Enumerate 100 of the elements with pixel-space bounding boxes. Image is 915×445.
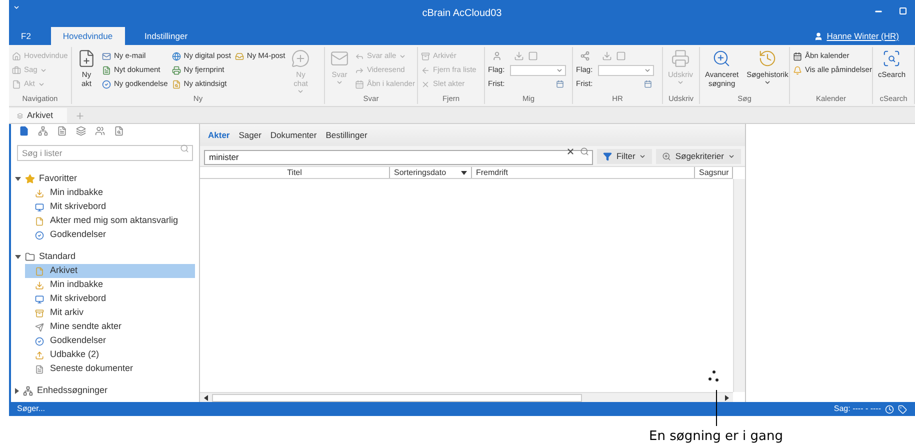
ribbon-icon	[77, 49, 96, 68]
tag-icon[interactable]	[898, 404, 907, 414]
collapse-arrow-icon[interactable]	[15, 177, 21, 181]
tree-section[interactable]: Enhedssøgninger	[37, 384, 108, 398]
column-header[interactable]: Fremdrift	[472, 167, 695, 178]
document-icon[interactable]	[19, 126, 29, 136]
ribbon-icon	[12, 80, 21, 88]
result-tab[interactable]: Akter	[208, 128, 230, 142]
result-tab[interactable]: Sager	[238, 128, 262, 142]
document-tab[interactable]: Arkivet	[9, 108, 67, 123]
vertical-scrollbar[interactable]	[733, 179, 745, 392]
clock-icon[interactable]	[885, 404, 894, 414]
window-title: cBrain AcCloud03	[422, 7, 502, 21]
tree-item[interactable]: Godkendelser	[25, 334, 195, 348]
ribbon-icon	[421, 66, 430, 74]
tree-item[interactable]: Mit arkiv	[25, 306, 195, 320]
ribbon-icon	[793, 66, 802, 74]
ribbon-icon	[671, 49, 690, 68]
square-icon[interactable]	[528, 51, 538, 61]
tree-item[interactable]: Mit skrivebord	[25, 200, 195, 214]
search-icon[interactable]	[580, 147, 590, 156]
leader-line	[716, 390, 717, 426]
ribbon-icon	[172, 52, 181, 60]
collapse-arrow-icon[interactable]	[15, 255, 21, 259]
ribbon-icon	[355, 80, 364, 88]
item-icon	[35, 266, 44, 276]
ribbon-icon	[102, 66, 111, 74]
calendar-icon[interactable]	[644, 80, 652, 88]
section-icon	[25, 252, 35, 262]
item-icon	[35, 364, 44, 374]
ribbon-tab[interactable]: Hovedvindue	[50, 27, 125, 45]
search-field[interactable]: minister	[204, 150, 594, 164]
item-icon	[35, 294, 44, 304]
ribbon-icon	[172, 66, 181, 74]
item-icon	[35, 188, 44, 198]
ribbon-icon	[172, 80, 181, 88]
expand-arrow-icon[interactable]	[15, 388, 19, 394]
calendar-icon[interactable]	[556, 80, 564, 88]
item-icon	[35, 230, 44, 240]
clear-icon[interactable]	[566, 147, 576, 156]
caret-icon	[644, 66, 651, 74]
caret-icon	[677, 79, 684, 86]
section-icon	[25, 174, 35, 184]
caret-icon	[728, 152, 735, 160]
ribbon-icon	[234, 52, 244, 60]
column-header[interactable]: Sorteringsdato	[390, 167, 472, 178]
tree-item[interactable]: Godkendelser	[25, 228, 195, 242]
tree-item[interactable]: Mine sendte akter	[25, 320, 195, 334]
quick-access-icon[interactable]	[13, 4, 20, 11]
ribbon-tab[interactable]: Indstillinger	[132, 27, 200, 45]
caret-icon	[764, 79, 771, 86]
list-icon[interactable]	[57, 126, 67, 136]
tree-item[interactable]: Seneste dokumenter	[25, 362, 195, 376]
filter-icon	[603, 152, 612, 160]
tree-section[interactable]: Favoritter	[39, 172, 78, 186]
ribbon-icon	[421, 80, 430, 88]
result-tab[interactable]: Dokumenter	[270, 128, 317, 142]
filter-button[interactable]: Filter	[597, 148, 652, 164]
tree-item[interactable]: Min indbakke	[25, 278, 195, 292]
file-icon[interactable]	[114, 126, 124, 136]
column-header[interactable]: Sagsnur	[695, 167, 733, 178]
maximize-icon[interactable]	[899, 7, 907, 15]
download-icon[interactable]	[602, 51, 612, 61]
tree-section[interactable]: Standard	[39, 250, 76, 264]
people-icon[interactable]	[95, 126, 105, 136]
tab-icon	[17, 112, 23, 118]
item-icon	[35, 216, 44, 226]
ribbon-icon	[793, 52, 802, 60]
column-header[interactable]: Titel	[200, 167, 390, 178]
caret-icon	[297, 88, 304, 95]
ribbon-icon	[712, 49, 732, 68]
ribbon-icon	[882, 49, 902, 68]
item-icon	[35, 350, 44, 360]
search-plus-icon	[662, 152, 672, 160]
horizontal-scrollbar[interactable]	[200, 392, 733, 402]
case-status: Sag: ---- - ----	[834, 403, 881, 415]
user-link[interactable]: Hanne Winter (HR)	[814, 27, 899, 45]
caret-icon	[556, 66, 563, 74]
ribbon-icon	[758, 49, 777, 68]
result-tab[interactable]: Bestillinger	[326, 128, 368, 142]
download-icon[interactable]	[514, 51, 524, 61]
ribbon-icon	[421, 52, 430, 60]
tree-item[interactable]: Udbakke (2)	[25, 348, 195, 362]
network-icon[interactable]	[38, 126, 48, 136]
tree-item[interactable]: Akter med mig som aktansvarlig	[25, 214, 195, 228]
stack-icon[interactable]	[76, 126, 86, 136]
search-icon	[180, 144, 189, 152]
square-icon[interactable]	[616, 51, 626, 61]
ribbon-icon	[102, 52, 111, 60]
section-icon	[23, 386, 33, 396]
caret-icon	[639, 152, 646, 160]
ribbon-icon	[12, 52, 21, 60]
ribbon-tab[interactable]: F2	[9, 27, 43, 45]
callout-text: En søgning er i gang	[648, 428, 784, 445]
item-icon	[35, 202, 44, 212]
list-search-field[interactable]: Søg i lister	[17, 145, 193, 161]
tree-item[interactable]: Arkivet	[25, 264, 195, 278]
tree-item[interactable]: Mit skrivebord	[25, 292, 195, 306]
tree-item[interactable]: Min indbakke	[25, 186, 195, 200]
criteria-button[interactable]: Søgekriterier	[656, 148, 741, 164]
